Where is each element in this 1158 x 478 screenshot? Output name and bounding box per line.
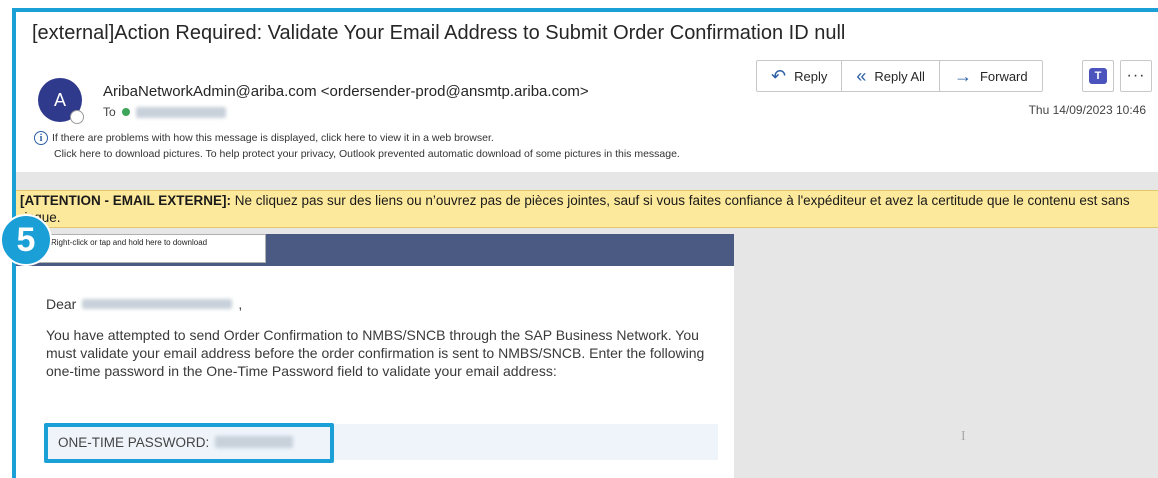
forward-button[interactable]: → Forward — [940, 61, 1042, 91]
greeting: Dear , — [46, 296, 242, 312]
banner-title: [ATTENTION - EMAIL EXTERNE]: — [20, 193, 231, 208]
message-actions: ↶ Reply « Reply All → Forward — [756, 60, 1043, 92]
to-label: To — [103, 105, 116, 119]
recipient-presence-icon — [121, 108, 130, 116]
greeting-dear: Dear — [46, 296, 77, 312]
greeting-comma: , — [238, 296, 243, 312]
reply-all-label: Reply All — [874, 68, 925, 84]
info-icon: i — [34, 131, 48, 145]
external-email-banner: [ATTENTION - EMAIL EXTERNE]: Ne cliquez … — [16, 190, 1158, 228]
presence-status-icon — [70, 110, 84, 124]
more-actions-button[interactable]: ··· — [1120, 60, 1152, 92]
recipient-row: To — [103, 105, 226, 119]
forward-label: Forward — [979, 68, 1028, 84]
redacted-company-name — [82, 299, 233, 309]
forward-icon: → — [953, 66, 972, 86]
body-paragraph: You have attempted to send Order Confirm… — [46, 327, 705, 379]
sender-address[interactable]: AribaNetworkAdmin@ariba.com <ordersender… — [103, 83, 589, 100]
sent-date: Thu 14/09/2023 10:46 — [1028, 103, 1146, 117]
email-subject: [external]Action Required: Validate Your… — [32, 22, 846, 44]
email-reading-pane: [external]Action Required: Validate Your… — [12, 8, 1158, 478]
otp-highlight-box — [44, 423, 334, 463]
email-body: Dear , You have attempted to send Order … — [16, 266, 734, 478]
teams-share-button[interactable]: T — [1082, 60, 1114, 92]
reply-all-button[interactable]: « Reply All — [842, 61, 940, 91]
reply-button[interactable]: ↶ Reply — [757, 61, 843, 91]
text-cursor-icon: I — [961, 429, 966, 444]
redacted-recipient[interactable] — [135, 106, 226, 118]
display-info-line[interactable]: i If there are problems with how this me… — [34, 131, 494, 145]
info-text: If there are problems with how this mess… — [52, 132, 494, 144]
reply-all-icon: « — [856, 66, 867, 86]
reply-label: Reply — [794, 68, 828, 84]
download-pictures-line[interactable]: Click here to download pictures. To help… — [54, 148, 680, 160]
teams-icon: T — [1089, 68, 1107, 84]
blocked-image-placeholder[interactable]: Right-click or tap and hold here to down… — [32, 234, 266, 263]
avatar-initial: A — [53, 89, 66, 110]
email-header-bar: Right-click or tap and hold here to down… — [16, 234, 734, 266]
step-number-badge: 5 — [0, 214, 52, 266]
reply-icon: ↶ — [771, 66, 787, 86]
